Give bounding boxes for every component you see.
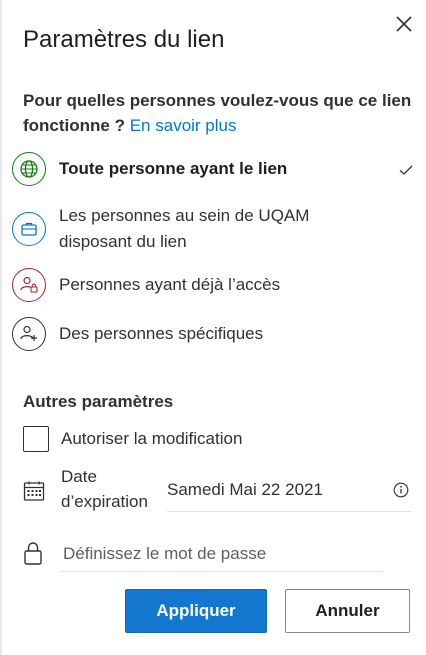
expiration-label: Date d’expiration (61, 467, 148, 511)
lock-icon (24, 542, 42, 565)
option-label: Les personnes au sein de UQAM disposant … (59, 206, 310, 251)
people-add-icon (12, 317, 46, 351)
allow-edit-checkbox[interactable] (23, 426, 49, 452)
option-organization[interactable]: Les personnes au sein de UQAM disposant … (12, 203, 422, 255)
learn-more-link[interactable]: En savoir plus (130, 116, 237, 135)
audience-question: Pour quelles personnes voulez-vous que c… (23, 88, 413, 138)
option-label: Toute personne ayant le lien (59, 159, 288, 178)
globe-icon (12, 152, 46, 186)
info-icon[interactable] (393, 482, 409, 498)
expiration-date-picker[interactable]: Samedi Mai 22 2021 (167, 478, 411, 512)
option-specific-people[interactable]: Des personnes spécifiques (12, 317, 422, 351)
panel-title: Paramètres du lien (23, 26, 225, 53)
cancel-button[interactable]: Annuler (285, 589, 410, 633)
option-label: Personnes ayant déjà l’accès (59, 275, 281, 294)
people-lock-icon (12, 268, 46, 302)
allow-edit-row[interactable]: Autoriser la modification (23, 426, 242, 452)
briefcase-icon (12, 212, 46, 246)
option-existing-access[interactable]: Personnes ayant déjà l’accès (12, 268, 422, 302)
allow-edit-label: Autoriser la modification (61, 429, 243, 448)
expiration-date-value: Samedi Mai 22 2021 (167, 480, 323, 499)
checkmark-icon (399, 165, 413, 175)
password-input[interactable] (61, 536, 383, 572)
expiration-date-row: Date d’expiration Samedi Mai 22 2021 (23, 464, 413, 514)
close-icon[interactable] (392, 12, 416, 36)
option-anyone-with-link[interactable]: Toute personne ayant le lien (12, 152, 422, 186)
password-row (23, 536, 413, 576)
apply-button[interactable]: Appliquer (125, 589, 267, 633)
calendar-icon (23, 481, 45, 501)
panel-edge (0, 0, 2, 655)
option-label: Des personnes spécifiques (59, 324, 264, 343)
other-settings-heading: Autres paramètres (23, 392, 174, 411)
